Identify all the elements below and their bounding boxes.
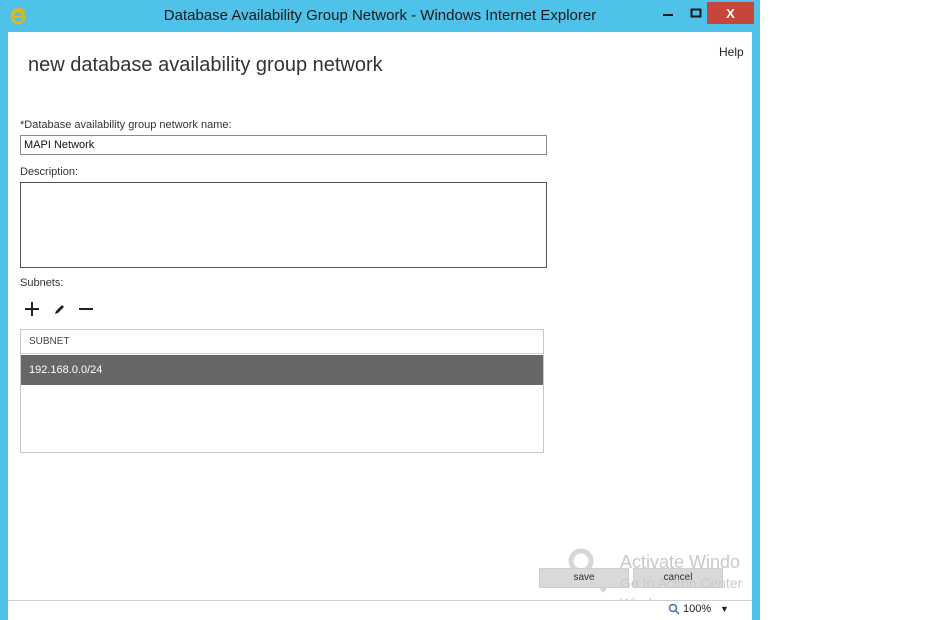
page-title: new database availability group network — [28, 54, 383, 76]
subnet-column-header[interactable]: SUBNET — [21, 330, 543, 354]
window-title: Database Availability Group Network - Wi… — [163, 7, 597, 24]
subnets-label: Subnets: — [20, 277, 64, 289]
maximize-icon — [690, 8, 702, 18]
zoom-level: 100% — [683, 603, 712, 615]
dialog-content: Help new database availability group net… — [8, 32, 752, 611]
close-button[interactable]: X — [707, 2, 754, 24]
pencil-icon — [55, 305, 64, 314]
chevron-down-icon[interactable]: ▼ — [720, 604, 729, 614]
status-bar: 100% ▼ — [8, 600, 752, 620]
description-label: Description: — [20, 166, 79, 178]
minimize-icon — [663, 14, 673, 16]
watermark-line-2: Go to Action Center — [620, 575, 743, 591]
zoom-control[interactable]: 100% — [668, 603, 711, 615]
minus-icon — [79, 308, 93, 310]
title-bar: Database Availability Group Network - Wi… — [0, 0, 760, 32]
edit-subnet-button[interactable] — [53, 300, 67, 318]
help-link[interactable]: Help — [719, 45, 744, 59]
plus-icon — [25, 302, 39, 316]
description-input[interactable] — [20, 182, 547, 268]
maximize-button[interactable] — [683, 2, 709, 24]
minimize-button[interactable] — [655, 2, 681, 24]
subnet-list: SUBNET 192.168.0.0/24 — [20, 329, 544, 453]
subnet-row[interactable]: 192.168.0.0/24 — [21, 355, 543, 385]
save-button[interactable]: save — [539, 568, 629, 588]
zoom-icon — [668, 603, 680, 615]
remove-subnet-button[interactable] — [78, 300, 94, 318]
network-name-input[interactable] — [20, 135, 547, 155]
close-icon: X — [726, 5, 735, 21]
watermark-line-1: Activate Windo — [620, 552, 741, 572]
add-subnet-button[interactable] — [24, 300, 40, 318]
network-name-label: *Database availability group network nam… — [20, 119, 232, 131]
